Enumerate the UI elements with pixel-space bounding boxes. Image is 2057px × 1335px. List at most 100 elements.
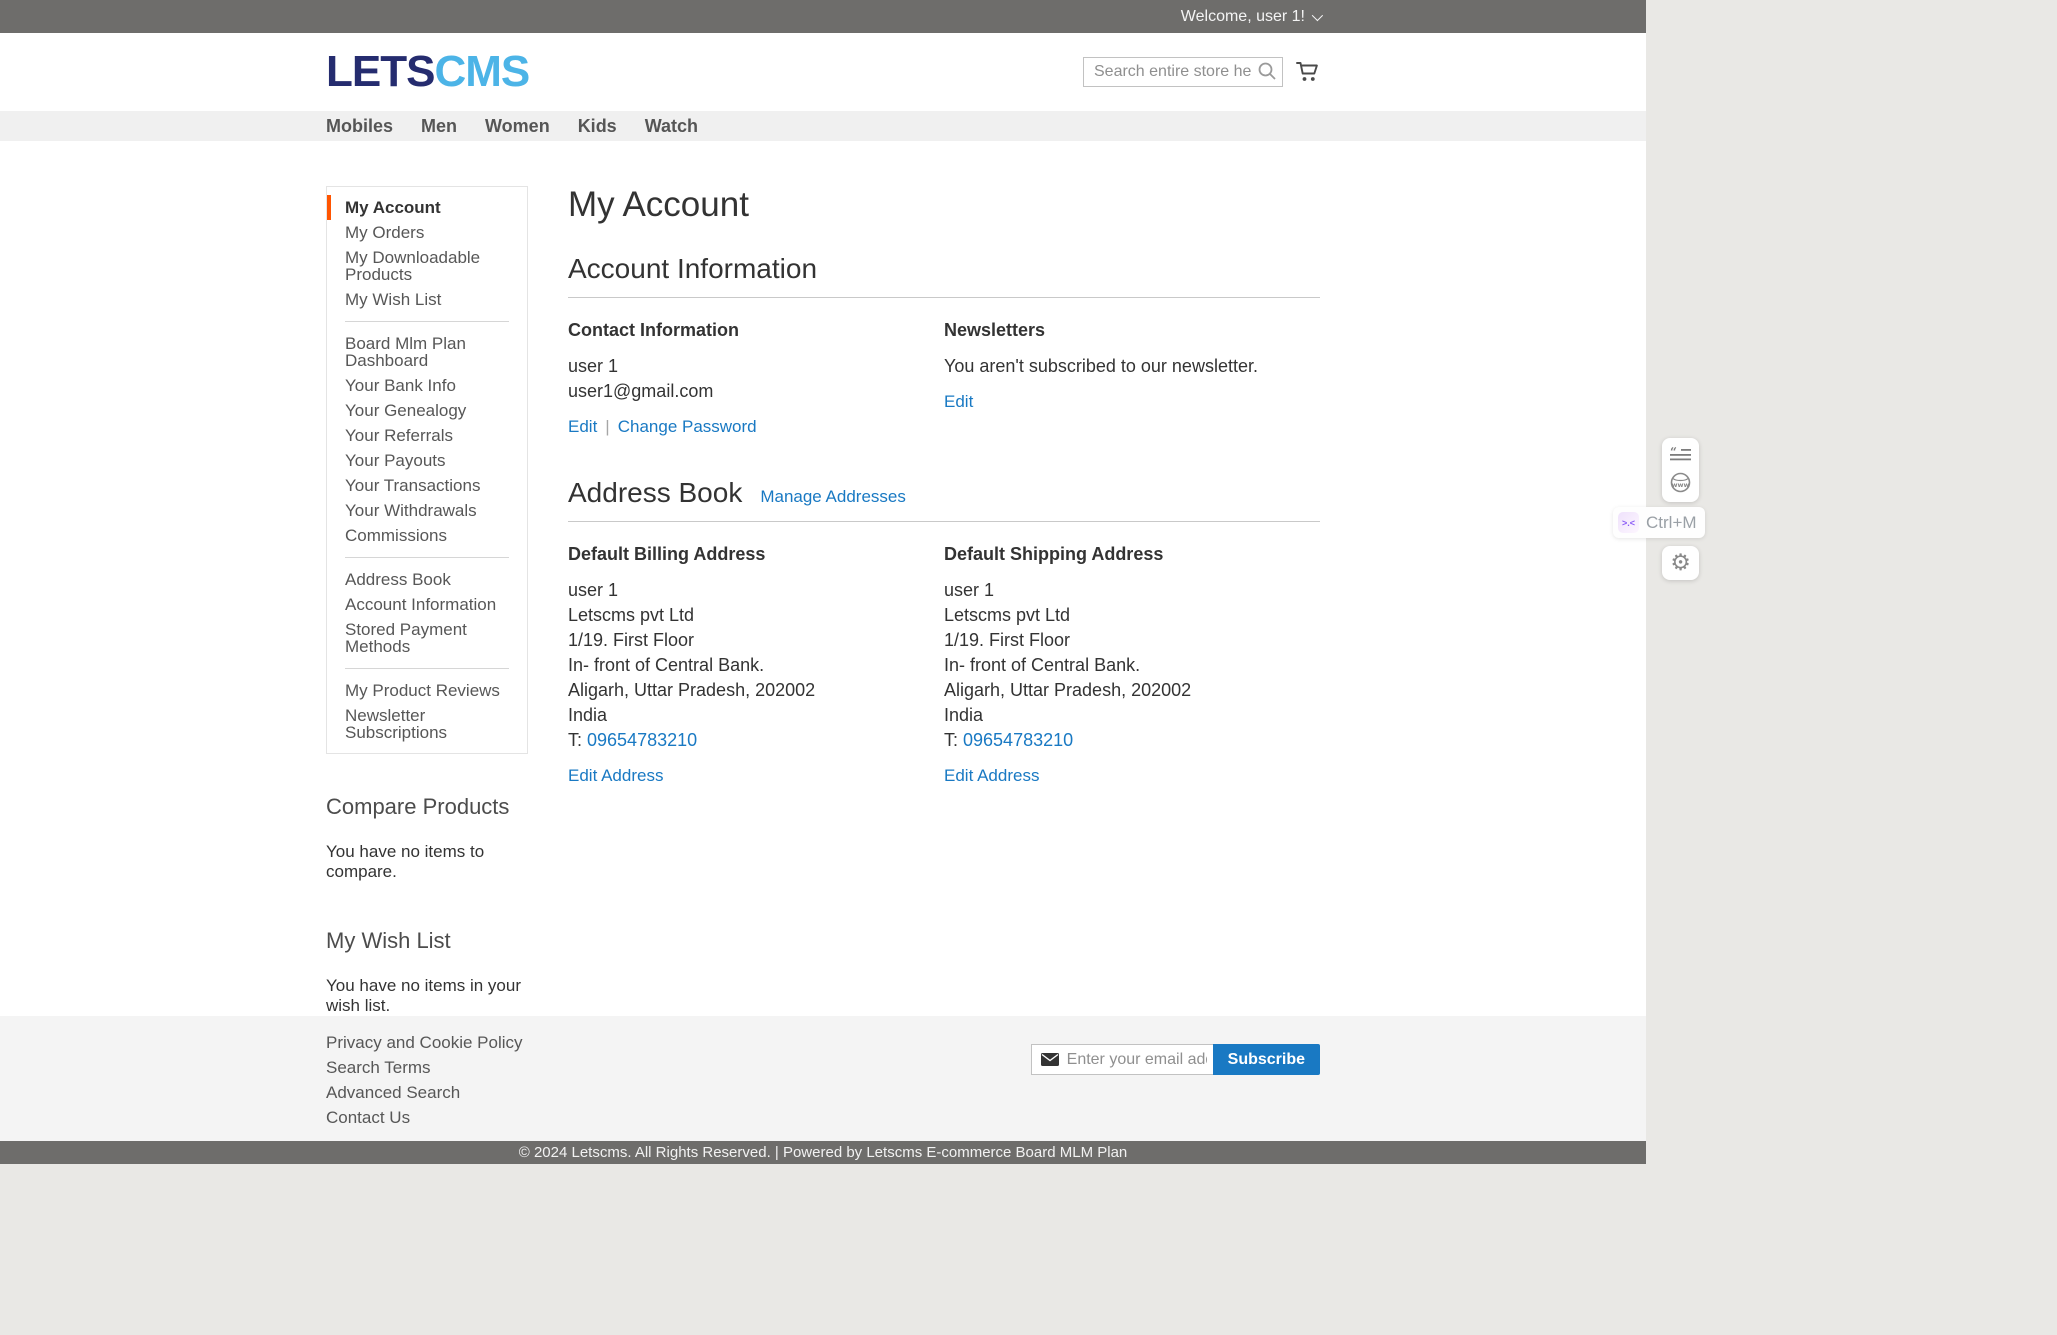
footer-link-advanced-search[interactable]: Advanced Search [326,1083,460,1102]
store-page: Welcome, user 1! LETSCMS [0,0,1646,1164]
envelope-icon [1041,1053,1059,1066]
billing-address-line: 1/19. First Floor [568,628,924,653]
welcome-text: Welcome, user 1! [1181,8,1305,26]
sidebar-item-my-downloadable-products[interactable]: My Downloadable Products [327,245,527,287]
compare-products-empty-text: You have no items to compare. [326,842,528,882]
contact-name: user 1 [568,354,924,379]
sidebar-item-your-genealogy[interactable]: Your Genealogy [327,398,527,423]
main-column: My Account Account Information Contact I… [568,141,1320,826]
sidebar-item-your-referrals[interactable]: Your Referrals [327,423,527,448]
nav-item-men[interactable]: Men [421,111,457,141]
newsletters-title: Newsletters [944,320,1300,341]
cart-icon[interactable] [1296,61,1320,86]
nav-item-women[interactable]: Women [485,111,550,141]
billing-address-line: India [568,703,924,728]
footer-links: Privacy and Cookie Policy Search Terms A… [326,1034,523,1134]
extension-shortcut-label: Ctrl+M [1646,513,1697,533]
extension-face-icon: >.< [1618,512,1639,533]
top-bar: Welcome, user 1! [0,0,1646,33]
wish-list-title: My Wish List [326,928,528,954]
edit-contact-link[interactable]: Edit [568,417,597,436]
sidebar-item-my-orders[interactable]: My Orders [327,220,527,245]
logo-text-lets: LETS [326,47,434,96]
sidebar-item-account-information[interactable]: Account Information [327,592,527,617]
action-separator: | [605,417,609,436]
logo-text-cms: CMS [434,47,529,96]
extension-toolbar: “ www [1662,438,1699,502]
account-information-section: Account Information Contact Information … [568,253,1320,437]
sidebar-item-my-account[interactable]: My Account [327,195,527,220]
shipping-phone-label: T: [944,730,963,750]
citation-icon[interactable]: “ [1670,447,1691,463]
newsletter-status: You aren't subscribed to our newsletter. [944,354,1300,379]
sidebar-item-newsletter-subscriptions[interactable]: Newsletter Subscriptions [327,703,527,745]
content-area: My Account My Orders My Downloadable Pro… [0,141,1646,1016]
sidebar-item-your-transactions[interactable]: Your Transactions [327,473,527,498]
subscribe-button[interactable]: Subscribe [1213,1044,1320,1075]
billing-address-line: Aligarh, Uttar Pradesh, 202002 [568,678,924,703]
billing-address-title: Default Billing Address [568,544,924,565]
svg-text:www: www [1671,481,1689,489]
store-logo[interactable]: LETSCMS [326,50,529,94]
change-password-link[interactable]: Change Password [618,417,757,436]
footer-link-privacy[interactable]: Privacy and Cookie Policy [326,1033,523,1052]
billing-address-line: In- front of Central Bank. [568,653,924,678]
sidebar-item-your-bank-info[interactable]: Your Bank Info [327,373,527,398]
shipping-phone-link[interactable]: 09654783210 [963,730,1073,750]
sidebar-item-stored-payment-methods[interactable]: Stored Payment Methods [327,617,527,659]
edit-billing-address-link[interactable]: Edit Address [568,766,663,786]
edit-newsletter-link[interactable]: Edit [944,392,973,411]
billing-phone-label: T: [568,730,587,750]
contact-email: user1@gmail.com [568,379,924,404]
nav-item-mobiles[interactable]: Mobiles [326,111,393,141]
wish-list-block: My Wish List You have no items in your w… [326,928,528,1016]
newsletter-email-input[interactable] [1067,1051,1207,1069]
wish-list-empty-text: You have no items in your wish list. [326,976,528,1016]
contact-information-box: Contact Information user 1 user1@gmail.c… [568,320,944,437]
nav-item-watch[interactable]: Watch [645,111,698,141]
newsletter-signup: Subscribe [1031,1044,1320,1075]
extension-shortcut-hint[interactable]: >.< Ctrl+M [1613,507,1705,538]
sidebar-item-my-wish-list[interactable]: My Wish List [327,287,527,312]
shipping-address-line: user 1 [944,578,1300,603]
compare-products-title: Compare Products [326,794,528,820]
shipping-address-line: Letscms pvt Ltd [944,603,1300,628]
globe-www-icon[interactable]: www [1670,472,1691,493]
footer-link-search-terms[interactable]: Search Terms [326,1058,431,1077]
sidebar-item-address-book[interactable]: Address Book [327,567,527,592]
shipping-address-line: India [944,703,1300,728]
manage-addresses-link[interactable]: Manage Addresses [760,487,906,507]
extension-settings-card: ⚙ [1662,546,1699,580]
svg-text:“: “ [1670,447,1677,459]
gear-icon[interactable]: ⚙ [1670,552,1691,575]
sidebar-item-my-product-reviews[interactable]: My Product Reviews [327,678,527,703]
default-shipping-address-box: Default Shipping Address user 1 Letscms … [944,544,1320,786]
sidebar-item-board-mlm-plan-dashboard[interactable]: Board Mlm Plan Dashboard [327,331,527,373]
sidebar-item-commissions[interactable]: Commissions [327,523,527,548]
page-title: My Account [568,185,1320,225]
shipping-address-line: 1/19. First Floor [944,628,1300,653]
nav-item-kids[interactable]: Kids [578,111,617,141]
account-navigation: My Account My Orders My Downloadable Pro… [326,186,528,754]
billing-address-line: Letscms pvt Ltd [568,603,924,628]
sidebar-divider [345,557,509,558]
shipping-address-line: In- front of Central Bank. [944,653,1300,678]
address-book-section: Address Book Manage Addresses Default Bi… [568,477,1320,786]
sidebar-item-your-withdrawals[interactable]: Your Withdrawals [327,498,527,523]
newsletters-box: Newsletters You aren't subscribed to our… [944,320,1320,437]
welcome-user-dropdown[interactable]: Welcome, user 1! [1181,8,1320,26]
address-book-heading: Address Book [568,477,742,509]
billing-phone-link[interactable]: 09654783210 [587,730,697,750]
search-input[interactable] [1083,57,1283,87]
main-nav: Mobiles Men Women Kids Watch [0,111,1646,141]
footer-link-contact-us[interactable]: Contact Us [326,1108,410,1127]
search-box [1083,57,1283,87]
search-icon[interactable] [1256,61,1278,83]
account-information-heading: Account Information [568,253,817,285]
sidebar-divider [345,321,509,322]
copyright-text: © 2024 Letscms. All Rights Reserved. | P… [519,1144,1128,1161]
shipping-address-title: Default Shipping Address [944,544,1300,565]
footer: Privacy and Cookie Policy Search Terms A… [0,1016,1646,1141]
edit-shipping-address-link[interactable]: Edit Address [944,766,1039,786]
sidebar-item-your-payouts[interactable]: Your Payouts [327,448,527,473]
